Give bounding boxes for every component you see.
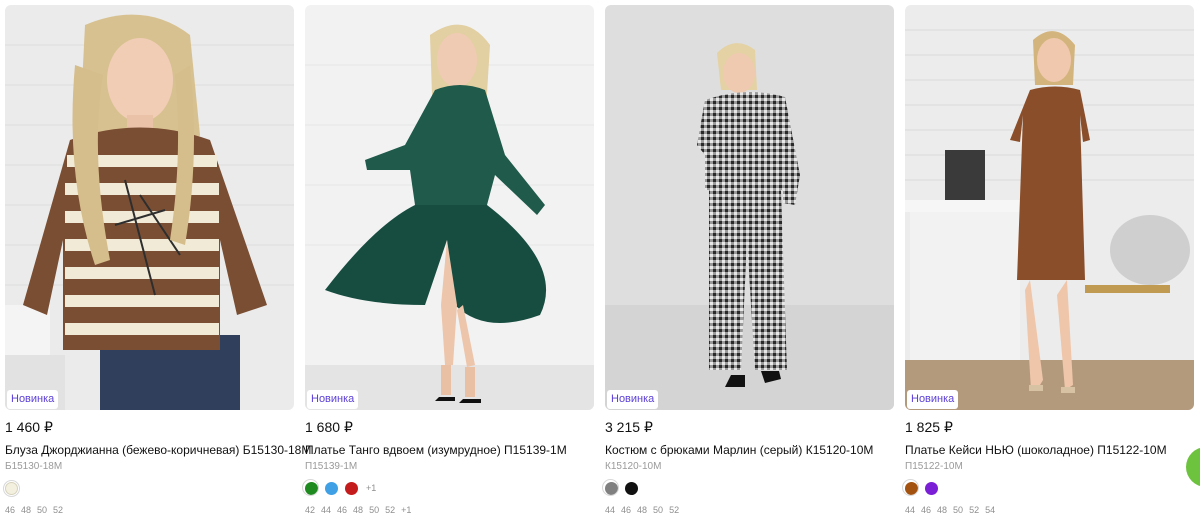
product-photo[interactable]: Новинка <box>605 5 894 410</box>
size-list: 46 48 50 52 <box>5 505 69 515</box>
new-badge: Новинка <box>307 390 359 409</box>
product-card[interactable]: Новинка 1 680 ₽ Платье Танго вдвоем (изум… <box>302 5 594 515</box>
product-image-blouse <box>5 5 294 410</box>
more-colors-count[interactable]: +1 <box>366 483 376 493</box>
size-option[interactable]: 52 <box>53 505 63 515</box>
product-image-dress-green <box>305 5 594 410</box>
size-option[interactable]: 52 <box>669 505 679 515</box>
color-swatch[interactable] <box>625 481 638 495</box>
color-swatches <box>602 478 645 496</box>
size-option[interactable]: 44 <box>321 505 331 515</box>
size-option[interactable]: 46 <box>5 505 15 515</box>
color-swatches <box>902 478 965 496</box>
product-photo[interactable]: Новинка <box>5 5 294 410</box>
product-card[interactable]: Новинка 3 215 ₽ Костюм с брюками Марлин (… <box>602 5 894 515</box>
size-option[interactable]: 46 <box>621 505 631 515</box>
product-title[interactable]: Платье Танго вдвоем (изумрудное) П15139-… <box>305 443 567 457</box>
size-option[interactable]: 44 <box>605 505 615 515</box>
product-sku: П15139-1М <box>305 461 358 472</box>
product-card[interactable]: Новинка 1 825 ₽ Платье Кейси НЬЮ (шоколад… <box>902 5 1194 515</box>
product-price: 3 215 ₽ <box>605 419 653 435</box>
color-swatch[interactable] <box>602 478 619 496</box>
size-list: 44 46 48 50 52 54 <box>905 505 1001 515</box>
product-price: 1 680 ₽ <box>305 419 353 435</box>
size-option[interactable]: 48 <box>937 505 947 515</box>
color-swatch[interactable] <box>3 479 20 497</box>
size-list: 42 44 46 48 50 52 +1 <box>305 505 417 515</box>
color-swatch[interactable] <box>325 481 338 495</box>
color-swatch[interactable] <box>945 481 958 495</box>
size-option[interactable]: 50 <box>953 505 963 515</box>
size-option[interactable]: 48 <box>637 505 647 515</box>
product-sku: П15122-10М <box>905 461 963 472</box>
size-option[interactable]: 46 <box>337 505 347 515</box>
size-option[interactable]: 48 <box>353 505 363 515</box>
product-sku: К15120-10М <box>605 461 662 472</box>
size-option[interactable]: 50 <box>653 505 663 515</box>
color-swatches <box>3 479 25 497</box>
product-grid: Новинка 1 460 ₽ Блуза Джорджианна (бежево… <box>3 5 1195 515</box>
color-swatch[interactable] <box>925 481 938 495</box>
product-price: 1 825 ₽ <box>905 419 953 435</box>
size-option[interactable]: 54 <box>985 505 995 515</box>
more-sizes-count[interactable]: +1 <box>401 505 411 515</box>
size-option[interactable]: 42 <box>305 505 315 515</box>
color-swatch[interactable] <box>302 478 319 496</box>
size-option[interactable]: 48 <box>21 505 31 515</box>
new-badge: Новинка <box>907 390 959 409</box>
size-option[interactable]: 44 <box>905 505 915 515</box>
size-option[interactable]: 50 <box>369 505 379 515</box>
product-card[interactable]: Новинка 1 460 ₽ Блуза Джорджианна (бежево… <box>3 5 311 515</box>
new-badge: Новинка <box>607 390 659 409</box>
color-swatches: +1 <box>302 478 376 496</box>
product-photo[interactable]: Новинка <box>905 5 1194 410</box>
product-title[interactable]: Платье Кейси НЬЮ (шоколадное) П15122-10М <box>905 443 1167 457</box>
product-image-dress-brown <box>905 5 1194 410</box>
product-title[interactable]: Блуза Джорджианна (бежево-коричневая) Б1… <box>5 443 311 457</box>
color-swatch[interactable] <box>902 478 919 496</box>
product-photo[interactable]: Новинка <box>305 5 594 410</box>
size-option[interactable]: 52 <box>969 505 979 515</box>
new-badge: Новинка <box>7 390 59 409</box>
product-image-suit-grey <box>605 5 894 410</box>
size-option[interactable]: 46 <box>921 505 931 515</box>
size-list: 44 46 48 50 52 <box>605 505 685 515</box>
product-price: 1 460 ₽ <box>5 419 53 435</box>
product-title[interactable]: Костюм с брюками Марлин (серый) К15120-1… <box>605 443 873 457</box>
color-swatch[interactable] <box>345 481 358 495</box>
size-option[interactable]: 50 <box>37 505 47 515</box>
product-sku: Б15130-18М <box>5 461 63 472</box>
size-option[interactable]: 52 <box>385 505 395 515</box>
